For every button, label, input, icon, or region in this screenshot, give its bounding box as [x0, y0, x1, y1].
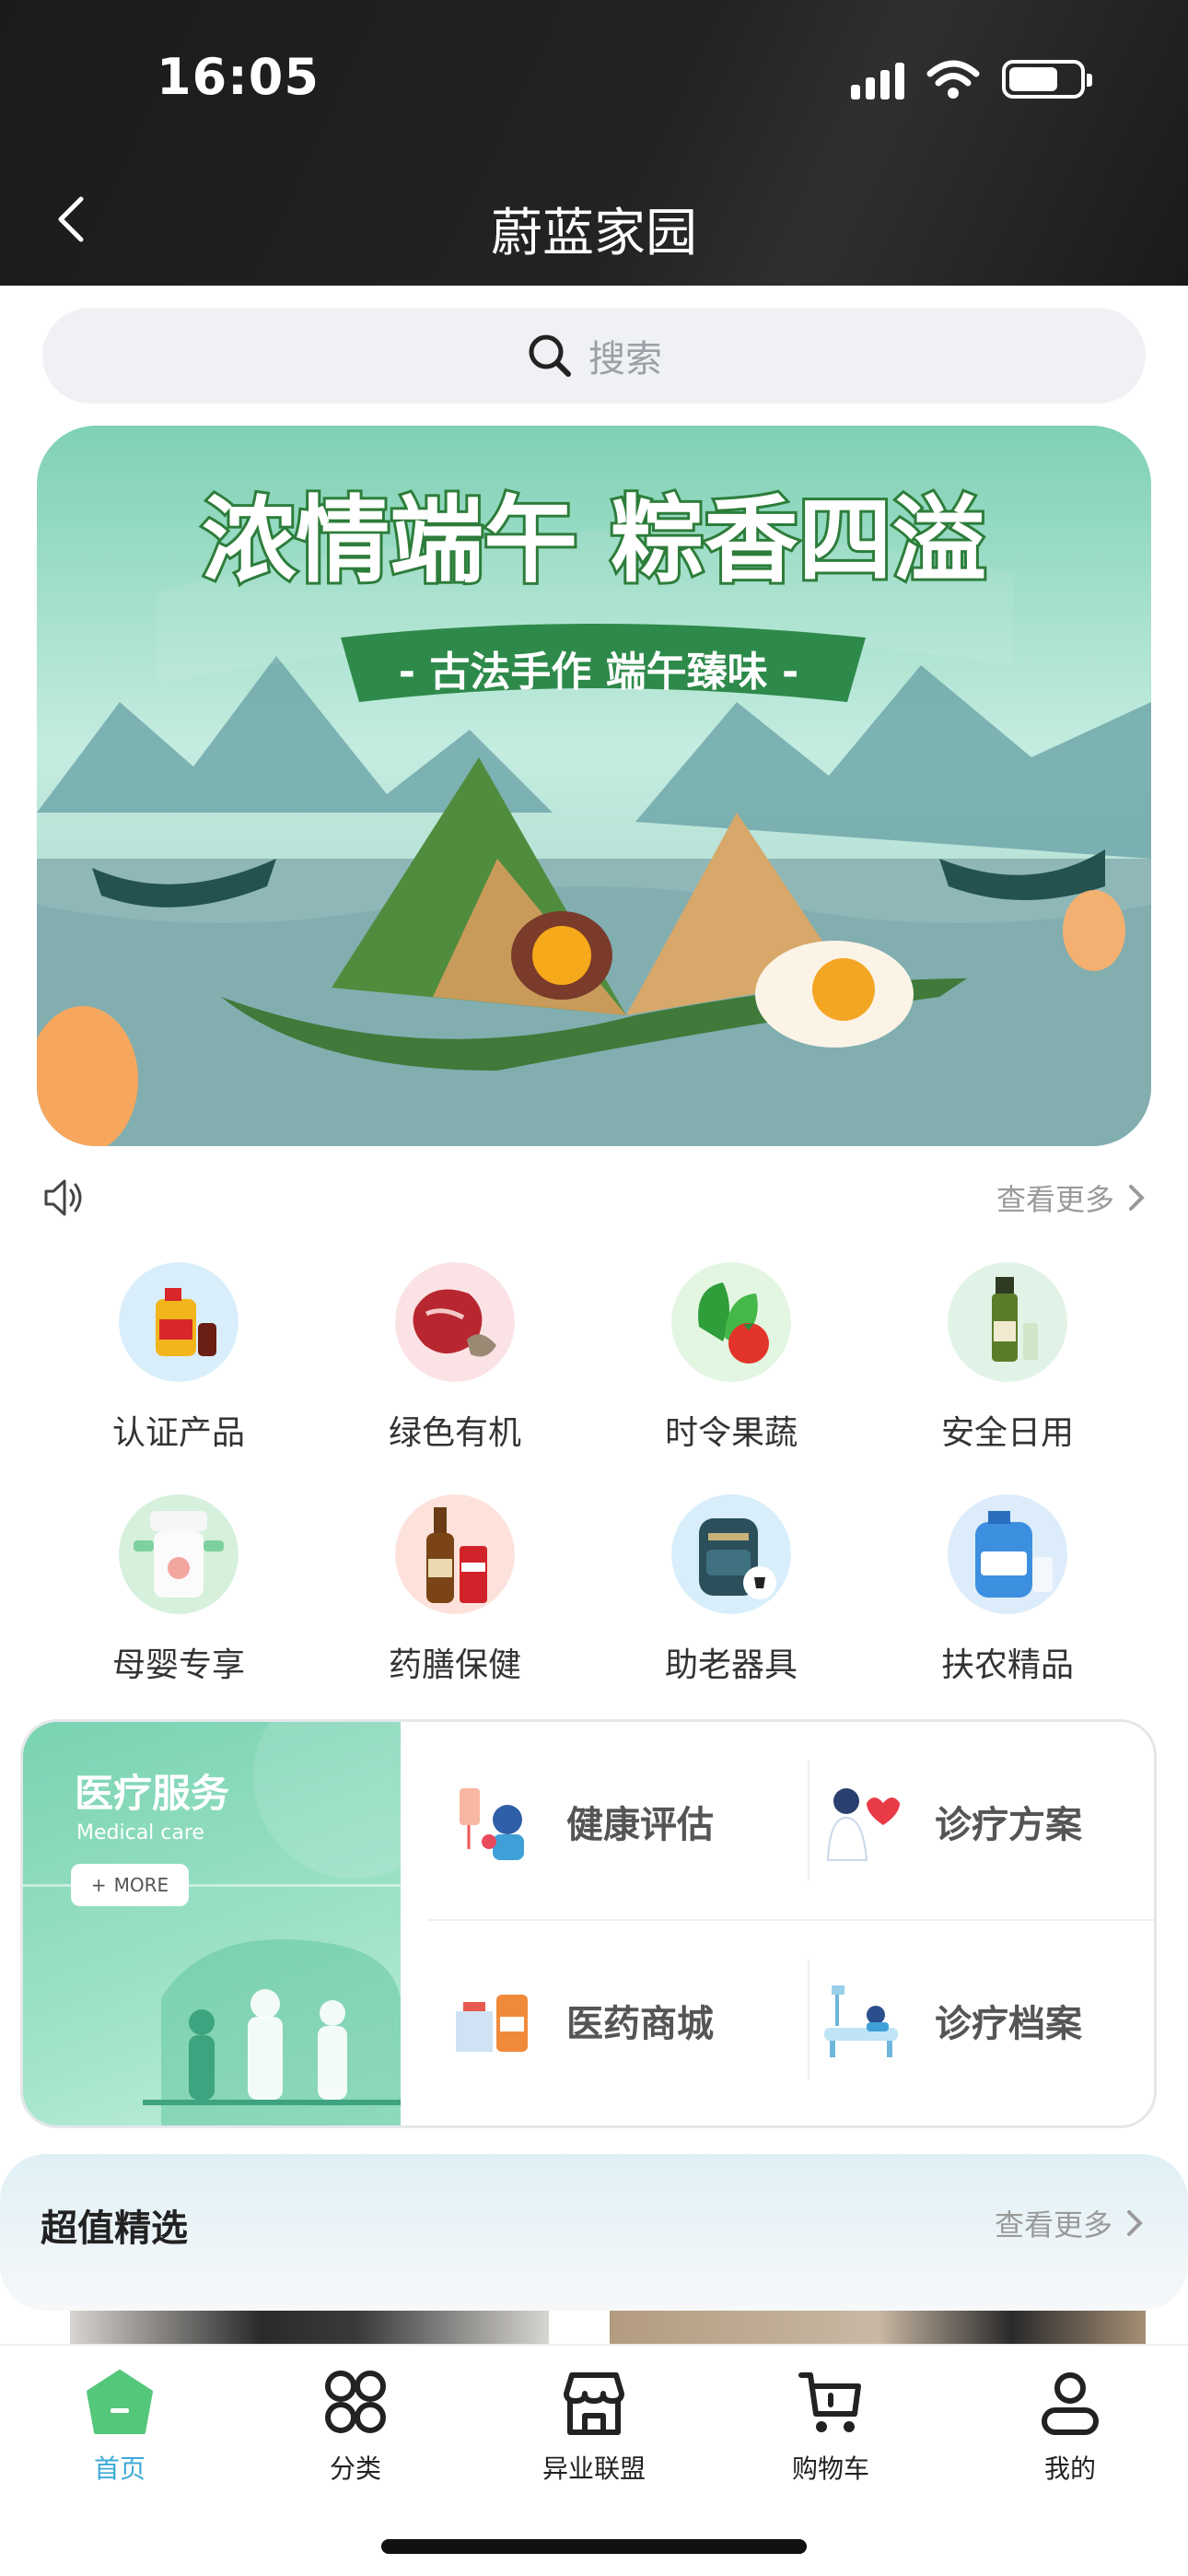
nav-alliance[interactable]: 异业联盟: [520, 2366, 668, 2486]
category-label: 绿色有机: [388, 1414, 521, 1452]
product-thumbnail[interactable]: [610, 2311, 1146, 2348]
banner-headline: 浓情端午 粽香四溢: [202, 486, 986, 596]
medicine-mall-icon: [456, 1995, 528, 2052]
medical-item-label: 诊疗方案: [935, 1804, 1082, 1846]
value-pick-more-link[interactable]: 查看更多: [995, 2202, 1144, 2244]
medical-item-treatment-plan[interactable]: 诊疗方案: [815, 1729, 1154, 1914]
category-item-health[interactable]: 药膳保健: [317, 1494, 593, 1686]
home-indicator: [381, 2539, 807, 2554]
medical-item-health-assessment[interactable]: 健康评估: [447, 1729, 815, 1914]
category-item-organic[interactable]: 绿色有机: [317, 1262, 593, 1454]
medical-item-medical-records[interactable]: 诊疗档案: [815, 1928, 1154, 2113]
baby-bottle-icon: [119, 1494, 239, 1614]
category-label: 安全日用: [940, 1414, 1074, 1452]
product-thumbnail[interactable]: [70, 2311, 549, 2348]
medical-item-label: 健康评估: [566, 1804, 714, 1846]
category-item-daily-safety[interactable]: 安全日用: [869, 1262, 1146, 1454]
notice-bar: 查看更多: [41, 1172, 1146, 1224]
health-assessment-icon: [460, 1788, 524, 1860]
nav-home[interactable]: 首页: [46, 2366, 193, 2486]
category-grid-icon: [325, 2371, 386, 2433]
battery-icon: [1002, 60, 1092, 99]
promo-banner[interactable]: 浓情端午 粽香四溢 - 古法手作 端午臻味 -: [37, 426, 1151, 1146]
chevron-right-icon: [1127, 2210, 1143, 2236]
value-pick-more-label: 查看更多: [994, 2207, 1112, 2242]
signal-icon: [851, 59, 904, 100]
wifi-icon: [926, 60, 980, 99]
nav-cart[interactable]: 购物车: [757, 2366, 904, 2486]
nav-category[interactable]: 分类: [282, 2366, 429, 2486]
top-bar: 16:05 蔚蓝家园: [0, 0, 1188, 286]
category-item-elderly-aids[interactable]: 助老器具: [593, 1494, 869, 1686]
category-label: 认证产品: [111, 1414, 245, 1452]
category-item-seasonal[interactable]: 时令果蔬: [593, 1262, 869, 1454]
notice-more-link[interactable]: 查看更多: [996, 1177, 1146, 1219]
banner-illustration: 浓情端午 粽香四溢 - 古法手作 端午臻味 -: [37, 426, 1151, 1146]
medical-item-pharmacy-mall[interactable]: 医药商城: [447, 1928, 815, 2113]
chevron-right-icon: [1129, 1185, 1145, 1211]
speaker-icon: [44, 1179, 82, 1216]
banner-tagline: - 古法手作 端午臻味 -: [399, 649, 798, 696]
nav-label: 首页: [93, 2453, 146, 2484]
nav-label: 我的: [1043, 2453, 1096, 2484]
search-input[interactable]: 搜索: [42, 308, 1146, 404]
category-item-baby[interactable]: 母婴专享: [41, 1494, 317, 1686]
divider: [428, 1919, 1154, 1921]
status-icons: [851, 59, 1092, 100]
doctor-heart-icon: [826, 1788, 900, 1861]
category-label: 助老器具: [664, 1646, 798, 1684]
section-title: 超值精选: [41, 2207, 188, 2250]
status-time: 16:05: [157, 48, 320, 106]
divider: [808, 1761, 809, 1880]
page-title: 蔚蓝家园: [491, 204, 697, 263]
cart-icon: [798, 2372, 861, 2432]
backpack-icon: [671, 1494, 791, 1614]
medical-record-icon: [824, 1985, 898, 2057]
category-label: 药膳保健: [388, 1646, 521, 1684]
notice-more-label: 查看更多: [996, 1182, 1114, 1217]
category-label: 扶农精品: [940, 1646, 1074, 1684]
medical-service-panel[interactable]: 医疗服务 Medical care + MORE: [23, 1722, 401, 2125]
medical-title: 医疗服务: [75, 1771, 230, 1816]
medical-more-label: MORE: [113, 1874, 169, 1896]
category-label: 母婴专享: [111, 1646, 245, 1684]
medical-service-card: 医疗服务 Medical care + MORE 健康评估 诊疗方案 医药商城 …: [20, 1719, 1157, 2128]
plus-icon: +: [90, 1874, 107, 1896]
medical-subtitle: Medical care: [76, 1821, 204, 1844]
nav-profile[interactable]: 我的: [996, 2366, 1144, 2486]
category-label: 时令果蔬: [664, 1414, 798, 1452]
vegetables-icon: [671, 1262, 791, 1382]
category-grid: 认证产品 绿色有机 时令果蔬 安全日用 母婴专享 药膳保健 助老器具 扶农精品: [41, 1262, 1146, 1686]
beer-bottle-icon: [395, 1494, 515, 1614]
medical-more-button[interactable]: + MORE: [71, 1864, 189, 1906]
medical-item-label: 医药商城: [566, 2003, 714, 2045]
category-item-farm-select[interactable]: 扶农精品: [869, 1494, 1146, 1686]
divider: [808, 1960, 809, 2079]
skincare-bottle-icon: [948, 1262, 1067, 1382]
search-placeholder: 搜索: [588, 338, 662, 381]
nav-label: 异业联盟: [542, 2453, 646, 2484]
nav-label: 分类: [329, 2453, 381, 2484]
cooking-oil-icon: [119, 1262, 239, 1382]
steak-icon: [395, 1262, 515, 1382]
detergent-icon: [948, 1494, 1067, 1614]
medical-item-label: 诊疗档案: [935, 2003, 1082, 2045]
category-item-certified[interactable]: 认证产品: [41, 1262, 317, 1454]
search-icon: [529, 334, 571, 377]
profile-icon: [1042, 2372, 1099, 2435]
nav-label: 购物车: [791, 2453, 869, 2484]
home-icon: [87, 2370, 153, 2434]
value-pick-section: 超值精选 查看更多: [0, 2154, 1188, 2311]
store-icon: [564, 2372, 624, 2435]
